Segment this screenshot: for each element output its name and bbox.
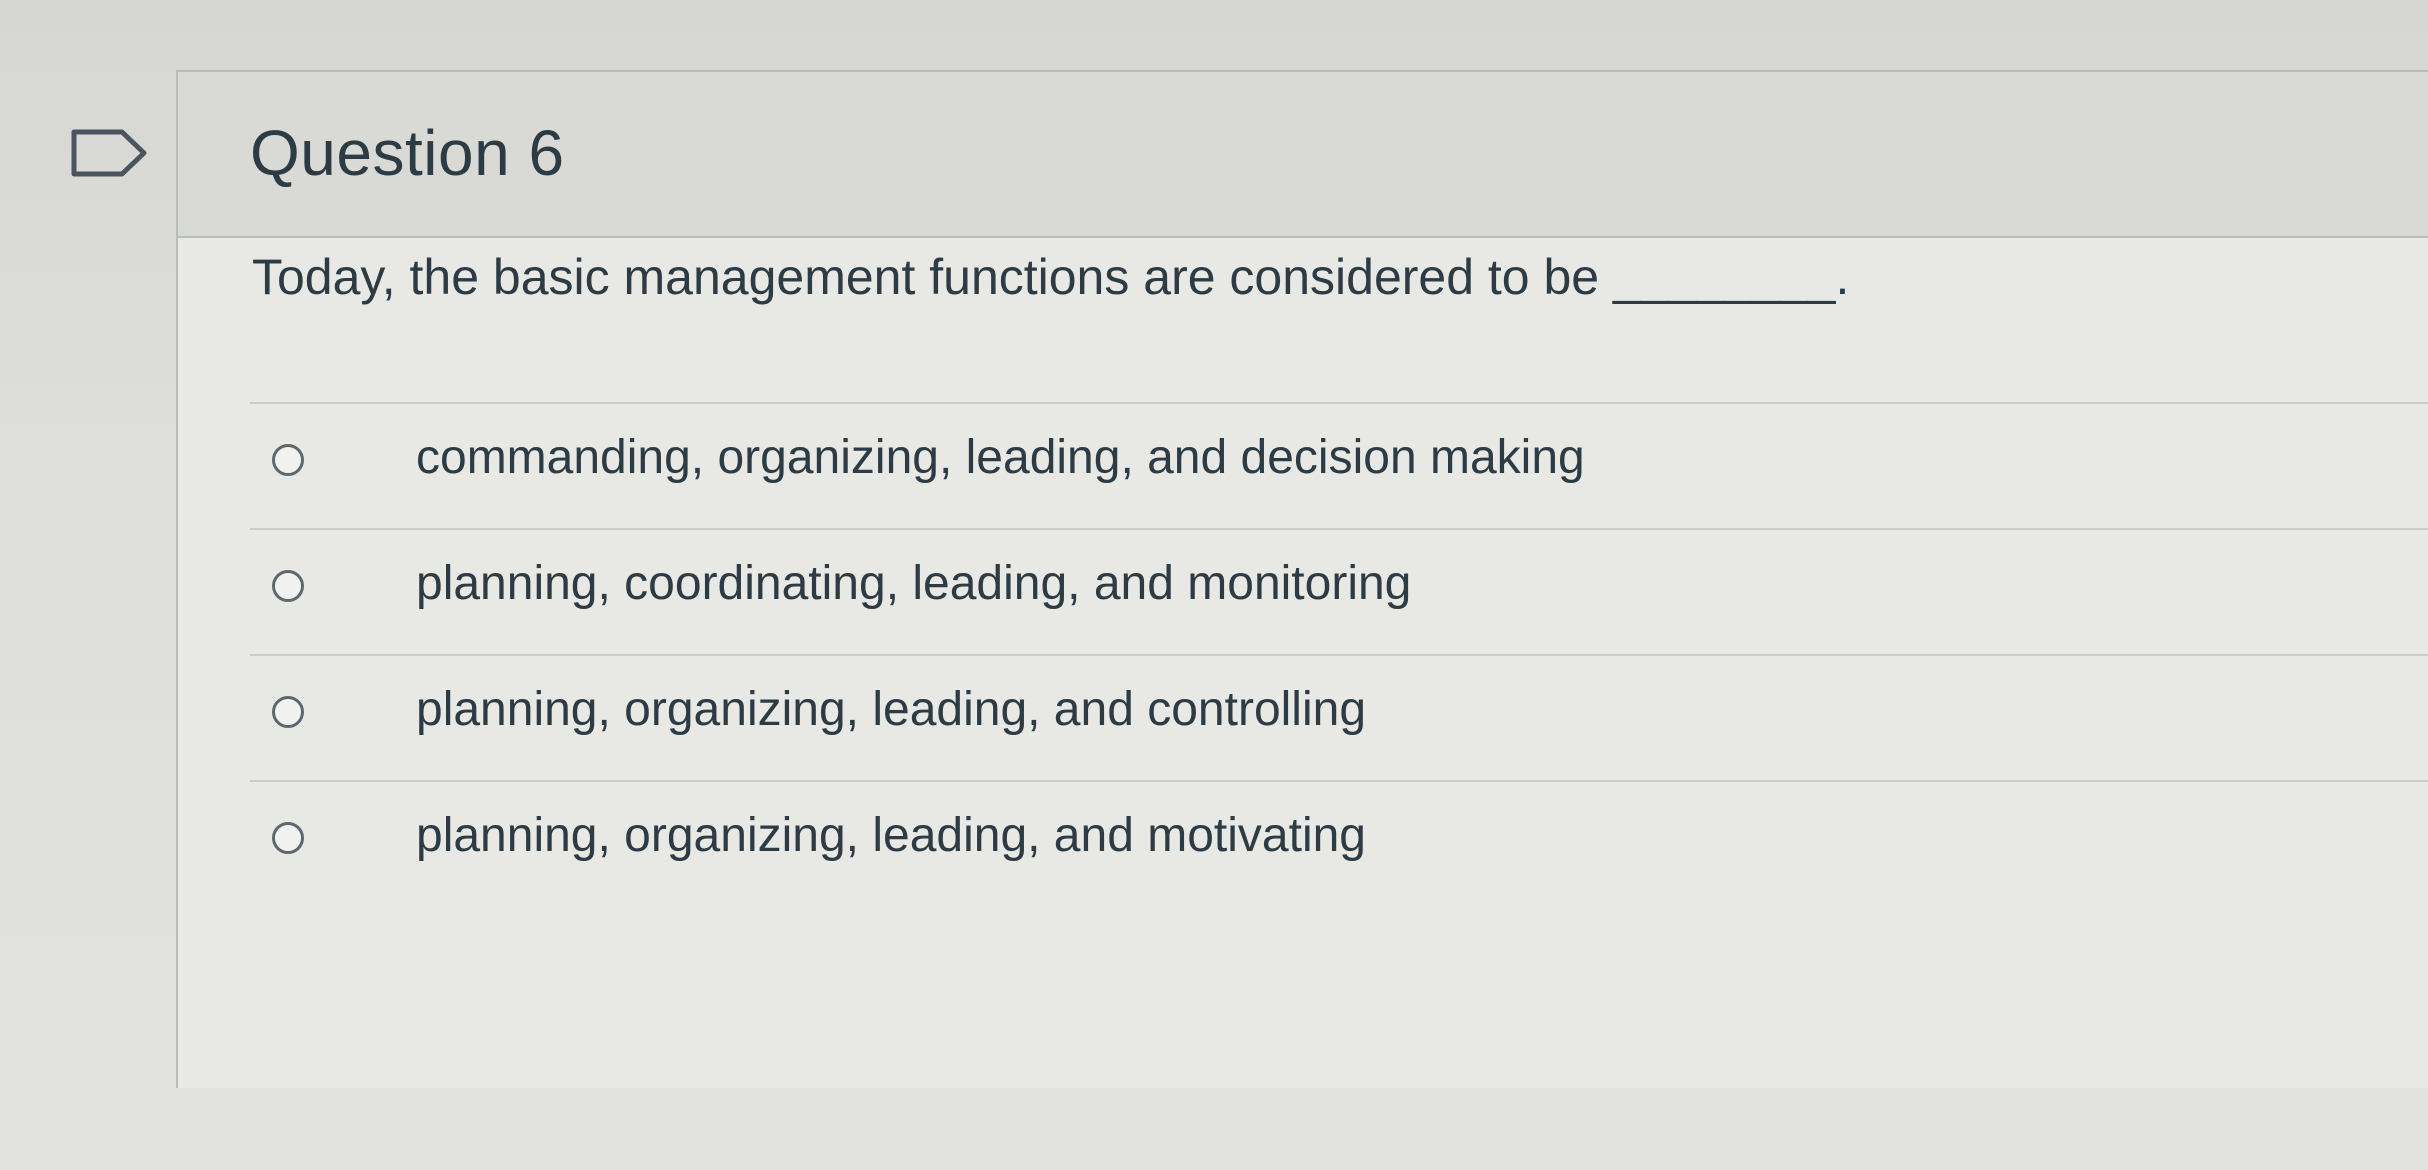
- answer-label[interactable]: commanding, organizing, leading, and dec…: [416, 430, 1585, 485]
- answer-label[interactable]: planning, organizing, leading, and contr…: [416, 682, 1366, 737]
- answer-option-3[interactable]: planning, organizing, leading, and contr…: [250, 656, 2428, 780]
- radio-button-icon[interactable]: [272, 444, 304, 476]
- flag-question-icon[interactable]: [70, 128, 150, 178]
- answer-label[interactable]: planning, organizing, leading, and motiv…: [416, 808, 1366, 863]
- question-title: Question 6: [250, 117, 565, 189]
- radio-button-icon[interactable]: [272, 570, 304, 602]
- radio-button-icon[interactable]: [272, 696, 304, 728]
- radio-button-icon[interactable]: [272, 822, 304, 854]
- answer-label[interactable]: planning, coordinating, leading, and mon…: [416, 556, 1411, 611]
- answer-option-1[interactable]: commanding, organizing, leading, and dec…: [250, 404, 2428, 528]
- question-card: Question 6 Today, the basic management f…: [176, 70, 2428, 1088]
- answer-option-2[interactable]: planning, coordinating, leading, and mon…: [250, 530, 2428, 654]
- question-header: Question 6: [178, 72, 2428, 238]
- question-text: Today, the basic management functions ar…: [252, 249, 1850, 305]
- answer-option-4[interactable]: planning, organizing, leading, and motiv…: [250, 782, 2428, 906]
